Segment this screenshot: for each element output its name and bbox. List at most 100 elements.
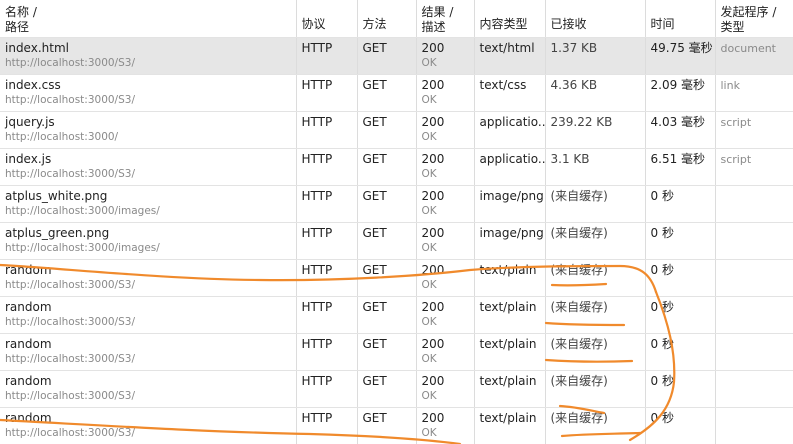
- cell-time: 49.75 毫秒: [645, 37, 716, 75]
- cell-received: 4.36 KB: [545, 74, 646, 112]
- cell-method: GET: [357, 111, 417, 149]
- request-initiator: link: [720, 78, 740, 92]
- request-list: index.html http://localhost:3000/S3/HTTP G…: [0, 37, 793, 444]
- table-row[interactable]: index.css http://localhost:3000/S3/HTTP GE…: [0, 74, 793, 112]
- request-protocol: HTTP: [301, 151, 333, 166]
- table-row[interactable]: index.js http://localhost:3000/S3/HTTP GET…: [0, 148, 793, 186]
- request-status-text: OK: [421, 56, 437, 69]
- cell-content-type: text/plain: [474, 296, 546, 334]
- cell-name: random http://localhost:3000/S3/: [0, 407, 297, 444]
- cell-time: 0 秒: [645, 333, 716, 371]
- request-name: random: [5, 299, 52, 314]
- cell-content-type: text/html: [474, 37, 546, 75]
- cell-result: 200 OK: [416, 333, 475, 371]
- cell-method: GET: [357, 296, 417, 334]
- request-content-type: applicatio...: [479, 151, 545, 166]
- table-row[interactable]: random http://localhost:3000/S3/HTTP GET 20…: [0, 407, 793, 444]
- cell-content-type: applicatio...: [474, 111, 546, 149]
- cell-method: GET: [357, 148, 417, 186]
- cell-content-type: text/plain: [474, 333, 546, 371]
- cell-name: index.html http://localhost:3000/S3/: [0, 37, 297, 75]
- request-received: (来自缓存): [550, 410, 608, 425]
- request-status: 200: [421, 262, 445, 277]
- column-header-method[interactable]: 方法: [357, 0, 417, 38]
- cell-name: index.css http://localhost:3000/S3/: [0, 74, 297, 112]
- table-row[interactable]: random http://localhost:3000/S3/HTTP GET 20…: [0, 296, 793, 334]
- cell-content-type: text/plain: [474, 259, 546, 297]
- cell-initiator: [715, 296, 793, 334]
- cell-name: index.js http://localhost:3000/S3/: [0, 148, 297, 186]
- request-content-type: image/png: [479, 225, 544, 240]
- cell-result: 200 OK: [416, 74, 475, 112]
- request-time: 0 秒: [650, 262, 674, 277]
- request-content-type: text/plain: [479, 262, 537, 277]
- request-method: GET: [362, 225, 387, 240]
- request-time: 0 秒: [650, 299, 674, 314]
- request-status: 200: [421, 410, 445, 425]
- cell-name: random http://localhost:3000/S3/: [0, 370, 297, 408]
- column-header-initiator[interactable]: 发起程序 / 类型: [715, 0, 793, 38]
- request-protocol: HTTP: [301, 262, 333, 277]
- request-content-type: text/plain: [479, 336, 537, 351]
- cell-result: 200 OK: [416, 296, 475, 334]
- table-row[interactable]: random http://localhost:3000/S3/HTTP GET 20…: [0, 333, 793, 371]
- cell-result: 200 OK: [416, 111, 475, 149]
- column-header-received[interactable]: 已接收: [545, 0, 646, 38]
- cell-content-type: text/css: [474, 74, 546, 112]
- request-content-type: text/html: [479, 40, 535, 55]
- cell-received: (来自缓存): [545, 407, 646, 444]
- request-status: 200: [421, 188, 445, 203]
- request-method: GET: [362, 336, 387, 351]
- cell-method: GET: [357, 185, 417, 223]
- network-request-table: 名称 / 路径 协议 方法 结果 / 描述 内容类型 已接收 时间 发起程序 /…: [0, 0, 793, 444]
- request-time: 49.75 毫秒: [650, 40, 713, 55]
- cell-initiator: [715, 185, 793, 223]
- cell-initiator: [715, 259, 793, 297]
- table-row[interactable]: jquery.js http://localhost:3000/HTTP GET 20…: [0, 111, 793, 149]
- column-header-time[interactable]: 时间: [645, 0, 716, 38]
- table-row[interactable]: atplus_white.png http://localhost:3000/im…: [0, 185, 793, 223]
- request-received: (来自缓存): [550, 336, 608, 351]
- cell-time: 0 秒: [645, 370, 716, 408]
- request-time: 0 秒: [650, 188, 674, 203]
- cell-time: 4.03 毫秒: [645, 111, 716, 149]
- cell-protocol: HTTP: [296, 222, 358, 260]
- column-header-result[interactable]: 结果 / 描述: [416, 0, 475, 38]
- cell-protocol: HTTP: [296, 148, 358, 186]
- cell-name: atplus_white.png http://localhost:3000/im…: [0, 185, 297, 223]
- request-content-type: text/plain: [479, 410, 537, 425]
- cell-received: (来自缓存): [545, 259, 646, 297]
- request-status-text: OK: [421, 315, 437, 328]
- request-status-text: OK: [421, 241, 437, 254]
- request-received: (来自缓存): [550, 299, 608, 314]
- cell-protocol: HTTP: [296, 333, 358, 371]
- cell-initiator: link: [715, 74, 793, 112]
- request-status-text: OK: [421, 204, 437, 217]
- request-received: 239.22 KB: [550, 114, 613, 129]
- cell-initiator: script: [715, 148, 793, 186]
- request-protocol: HTTP: [301, 336, 333, 351]
- request-status-text: OK: [421, 167, 437, 180]
- request-path: http://localhost:3000/S3/: [5, 93, 135, 106]
- request-status: 200: [421, 225, 445, 240]
- column-header-protocol[interactable]: 协议: [296, 0, 358, 38]
- cell-name: random http://localhost:3000/S3/: [0, 333, 297, 371]
- table-row[interactable]: index.html http://localhost:3000/S3/HTTP G…: [0, 37, 793, 75]
- table-row[interactable]: random http://localhost:3000/S3/HTTP GET 20…: [0, 259, 793, 297]
- cell-protocol: HTTP: [296, 74, 358, 112]
- request-initiator: script: [720, 115, 752, 129]
- request-time: 0 秒: [650, 373, 674, 388]
- request-received: (来自缓存): [550, 225, 608, 240]
- cell-content-type: image/png: [474, 222, 546, 260]
- request-name: index.js: [5, 151, 52, 166]
- table-row[interactable]: atplus_green.png http://localhost:3000/im…: [0, 222, 793, 260]
- column-header-name[interactable]: 名称 / 路径: [0, 0, 297, 38]
- cell-method: GET: [357, 222, 417, 260]
- cell-received: (来自缓存): [545, 185, 646, 223]
- request-path: http://localhost:3000/S3/: [5, 389, 135, 402]
- column-header-content-type[interactable]: 内容类型: [474, 0, 546, 38]
- cell-result: 200 OK: [416, 407, 475, 444]
- request-received: 4.36 KB: [550, 77, 598, 92]
- network-panel: 名称 / 路径 协议 方法 结果 / 描述 内容类型 已接收 时间 发起程序 /…: [0, 0, 793, 444]
- table-row[interactable]: random http://localhost:3000/S3/HTTP GET 20…: [0, 370, 793, 408]
